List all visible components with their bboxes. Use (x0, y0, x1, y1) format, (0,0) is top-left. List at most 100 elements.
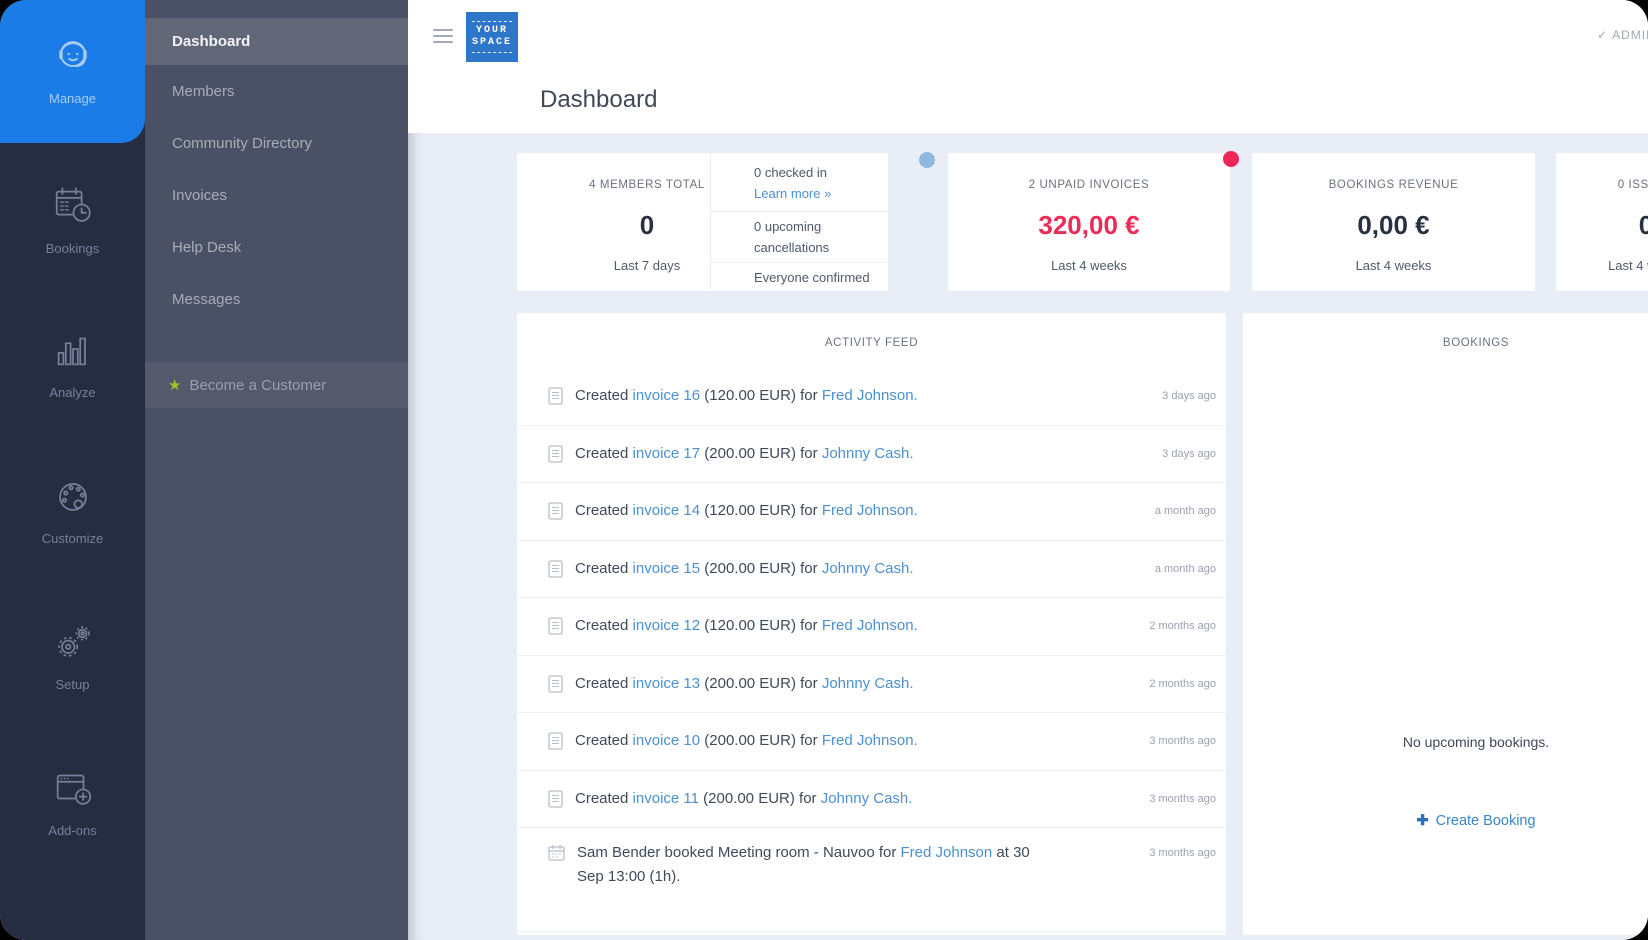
no-bookings-text: No upcoming bookings. (1243, 734, 1648, 750)
rail-label: Analyze (49, 386, 95, 399)
rail-item-manage[interactable]: Manage (0, 33, 145, 105)
checked-in-text: 0 checked in (754, 165, 827, 180)
invoice-link[interactable]: invoice 15 (633, 560, 701, 577)
activity-text: Created invoice 11 (200.00 EUR) for John… (575, 787, 912, 811)
activity-timestamp: 3 months ago (1149, 793, 1226, 805)
activity-feed-row: Created invoice 14 (120.00 EUR) for Fred… (517, 483, 1226, 541)
stat-title: 0 ISSUES (1556, 179, 1648, 191)
member-link[interactable]: Fred Johnson. (822, 502, 918, 519)
activity-timestamp: 2 months ago (1149, 678, 1226, 690)
page-title: Dashboard (540, 86, 657, 114)
member-link[interactable]: Johnny Cash. (821, 790, 913, 807)
activity-feed-row: Created invoice 15 (200.00 EUR) for John… (517, 541, 1226, 599)
invoice-document-icon (548, 675, 563, 693)
submenu-sidebar: Dashboard Members Community Directory In… (145, 0, 408, 940)
calendar-clock-icon (50, 183, 96, 229)
account-menu[interactable]: ✓ ADMIN (1597, 28, 1648, 42)
activity-feed-row: Created invoice 12 (120.00 EUR) for Fred… (517, 598, 1226, 656)
invoice-document-icon (548, 387, 563, 405)
sidebar-item-invoices[interactable]: Invoices (172, 187, 227, 204)
sidebar-item-dashboard[interactable]: Dashboard (145, 18, 408, 65)
check-icon: ✓ (1597, 28, 1608, 42)
invoice-link[interactable]: invoice 16 (633, 387, 701, 404)
activity-feed-title: ACTIVITY FEED (517, 313, 1226, 349)
account-label: ADMIN (1612, 28, 1648, 42)
create-booking-label: Create Booking (1436, 813, 1536, 829)
window-plus-icon (50, 765, 96, 811)
app-frame: Manage Bookings (0, 0, 1648, 940)
member-link[interactable]: Fred Johnson. (822, 387, 918, 404)
member-link[interactable]: Johnny Cash. (822, 675, 914, 692)
sidebar-item-label: Dashboard (172, 33, 250, 50)
stat-value: 320,00 € (948, 210, 1230, 241)
cancellations-line2: cancellations (754, 240, 829, 255)
member-link[interactable]: Fred Johnson. (822, 732, 918, 749)
rail-item-add-ons[interactable]: Add-ons (0, 765, 145, 837)
activity-feed-panel: ACTIVITY FEED Created invoice 16 (120.00… (517, 313, 1226, 935)
yourspace-logo[interactable]: YOUR SPACE (466, 12, 518, 62)
members-status-dot (919, 152, 935, 168)
rail-item-bookings[interactable]: Bookings (0, 183, 145, 255)
everyone-confirmed-row: Everyone confirmed (711, 263, 889, 291)
activity-timestamp: 3 months ago (1149, 841, 1226, 859)
rail-label: Add-ons (48, 824, 96, 837)
invoice-link[interactable]: invoice 12 (633, 617, 701, 634)
activity-text: Created invoice 13 (200.00 EUR) for John… (575, 672, 914, 696)
activity-feed-row: Created invoice 17 (200.00 EUR) for John… (517, 426, 1226, 484)
bookings-panel: BOOKINGS No upcoming bookings. ✚Create B… (1243, 313, 1648, 935)
invoice-link[interactable]: invoice 10 (633, 732, 701, 749)
invoice-document-icon (548, 790, 563, 808)
activity-timestamp: 2 months ago (1149, 620, 1226, 632)
sidebar-item-help-desk[interactable]: Help Desk (172, 239, 241, 256)
become-a-customer-label: Become a Customer (189, 377, 326, 394)
sidebar-item-community-directory[interactable]: Community Directory (172, 135, 312, 152)
issues-stat-card: 0 ISSUES 0 Last 4 weeks (1556, 153, 1648, 291)
rail-label: Manage (49, 92, 96, 105)
activity-text: Created invoice 12 (120.00 EUR) for Fred… (575, 614, 918, 638)
activity-text: Sam Bender booked Meeting room - Nauvoo … (577, 841, 1057, 889)
sidebar-item-members[interactable]: Members (172, 83, 235, 100)
upcoming-cancellations-row: 0 upcoming cancellations (711, 212, 889, 263)
rail-item-customize[interactable]: Customize (0, 473, 145, 545)
support-agent-icon (50, 33, 96, 79)
icon-rail: Manage Bookings (0, 0, 145, 940)
activity-feed-row: Created invoice 16 (120.00 EUR) for Fred… (517, 368, 1226, 426)
activity-text: Created invoice 10 (200.00 EUR) for Fred… (575, 729, 918, 753)
invoice-link[interactable]: invoice 13 (633, 675, 701, 692)
star-icon: ★ (168, 376, 181, 394)
invoices-alert-dot (1223, 151, 1239, 167)
become-a-customer-button[interactable]: ★ Become a Customer (145, 362, 408, 408)
members-stat-card: 4 MEMBERS TOTAL 0 Last 7 days 0 checked … (517, 153, 888, 291)
activity-text: Created invoice 15 (200.00 EUR) for John… (575, 557, 914, 581)
rail-label: Setup (56, 678, 90, 691)
rail-label: Bookings (46, 242, 99, 255)
rail-item-setup[interactable]: Setup (0, 619, 145, 691)
activity-feed-row: Created invoice 10 (200.00 EUR) for Fred… (517, 713, 1226, 771)
activity-text: Created invoice 17 (200.00 EUR) for John… (575, 442, 914, 466)
cancellations-line1: 0 upcoming (754, 219, 821, 234)
activity-timestamp: 3 days ago (1162, 448, 1226, 460)
activity-feed-booking-row: Sam Bender booked Meeting room - Nauvoo … (517, 828, 1226, 932)
member-link[interactable]: Fred Johnson. (822, 617, 918, 634)
invoice-link[interactable]: invoice 14 (633, 502, 701, 519)
sidebar-item-messages[interactable]: Messages (172, 291, 240, 308)
member-link[interactable]: Johnny Cash. (822, 560, 914, 577)
create-booking-button[interactable]: ✚Create Booking (1243, 813, 1648, 829)
invoice-link[interactable]: invoice 17 (633, 445, 701, 462)
stat-value: 0 (1556, 210, 1648, 241)
member-link[interactable]: Fred Johnson (901, 844, 993, 861)
checked-in-row: 0 checked in Learn more » (711, 153, 889, 212)
member-link[interactable]: Johnny Cash. (822, 445, 914, 462)
hamburger-menu-icon[interactable] (433, 29, 453, 43)
invoice-link[interactable]: invoice 11 (633, 790, 699, 807)
rail-item-analyze[interactable]: Analyze (0, 327, 145, 399)
activity-timestamp: a month ago (1155, 563, 1226, 575)
activity-timestamp: a month ago (1155, 505, 1226, 517)
bar-chart-icon (50, 327, 96, 373)
learn-more-link[interactable]: Learn more » (754, 186, 831, 201)
bookings-revenue-stat-card: BOOKINGS REVENUE 0,00 € Last 4 weeks (1252, 153, 1535, 291)
activity-feed-row: Created invoice 13 (200.00 EUR) for John… (517, 656, 1226, 714)
invoice-document-icon (548, 502, 563, 520)
activity-timestamp: 3 months ago (1149, 735, 1226, 747)
activity-text: Created invoice 14 (120.00 EUR) for Fred… (575, 499, 918, 523)
